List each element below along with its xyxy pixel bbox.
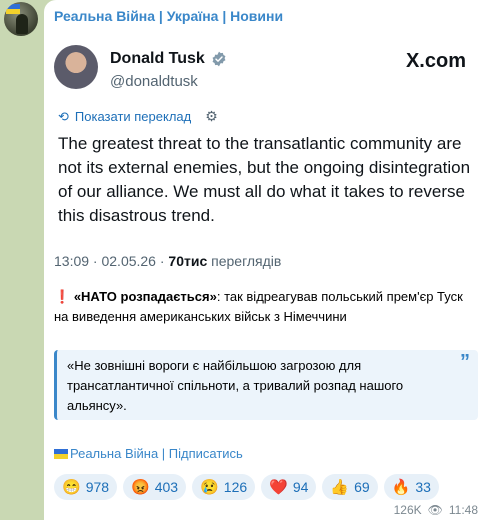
message-time: 11:48 — [448, 503, 478, 517]
heart-icon: ❤️ — [269, 479, 288, 496]
angry-icon: 😡 — [131, 479, 150, 496]
eye-icon: 👁 — [427, 503, 443, 517]
author-handle: @donaldtusk — [110, 73, 198, 90]
post-text: ❗ «НАТО розпадається»: так відреагував п… — [54, 287, 474, 327]
tweet-card[interactable]: Donald Tusk @donaldtusk X.com ⟲ Показати… — [54, 36, 482, 276]
tweet-views-count: 70тис — [168, 253, 208, 269]
translate-link[interactable]: ⟲ Показати переклад ⚙ — [58, 108, 218, 125]
reaction-count: 126 — [223, 479, 248, 495]
exclamation-icon: ❗ — [54, 289, 71, 304]
quote-mark-icon: ” — [460, 351, 470, 373]
reactions-bar: 😁 978 😡 403 😢 126 ❤️ 94 👍 69 🔥 33 — [54, 474, 439, 500]
message-bubble: Реальна Війна | Україна | Новини Donald … — [44, 0, 488, 520]
reaction-fire[interactable]: 🔥 33 — [383, 474, 439, 500]
reaction-count: 33 — [415, 479, 431, 495]
reaction-angry[interactable]: 😡 403 — [123, 474, 187, 500]
thumbs-up-icon: 👍 — [330, 479, 350, 496]
views-count: 126K — [393, 503, 422, 517]
reaction-thumbs-up[interactable]: 👍 69 — [322, 474, 378, 500]
tweet-meta: 13:09 · 02.05.26 · 70тис переглядів — [54, 253, 281, 269]
ukraine-flag-icon — [54, 448, 68, 459]
reaction-count: 403 — [154, 479, 179, 495]
cry-icon: 😢 — [200, 479, 219, 496]
reaction-count: 978 — [85, 479, 110, 495]
reaction-grin[interactable]: 😁 978 — [54, 474, 118, 500]
channel-name[interactable]: Реальна Війна | Україна | Новини — [54, 8, 283, 24]
reaction-count: 69 — [354, 479, 370, 495]
quote-text: «Не зовнішні вороги є найбільшою загрозо… — [67, 358, 404, 413]
subscribe-link[interactable]: Реальна Війна | Підписатись — [54, 446, 243, 461]
x-logo: X.com — [405, 50, 466, 72]
subscribe-label: Реальна Війна | Підписатись — [70, 446, 243, 461]
reaction-heart[interactable]: ❤️ 94 — [261, 474, 317, 500]
blockquote: «Не зовнішні вороги є найбільшою загрозо… — [54, 350, 478, 420]
author-name: Donald Tusk — [110, 50, 205, 67]
channel-avatar[interactable] — [4, 2, 38, 36]
translate-label: Показати переклад — [74, 109, 192, 124]
author-avatar — [54, 45, 98, 89]
verified-badge-icon — [212, 51, 226, 67]
tweet-timestamp: 13:09 · 02.05.26 · — [54, 253, 169, 269]
reaction-count: 94 — [292, 479, 309, 495]
author-name-row: Donald Tusk — [110, 50, 227, 68]
reaction-cry[interactable]: 😢 126 — [192, 474, 256, 500]
message-footer: 126K 👁 11:48 — [394, 503, 478, 517]
grin-icon: 😁 — [62, 479, 81, 496]
ukraine-flag-icon — [6, 4, 20, 14]
gear-icon[interactable]: ⚙ — [205, 108, 218, 125]
tweet-views-label: переглядів — [207, 253, 282, 269]
post-headline: «НАТО розпадається» — [73, 289, 217, 304]
soldier-figure — [16, 14, 28, 34]
tweet-text: The greatest threat to the transatlantic… — [58, 134, 471, 225]
fire-icon: 🔥 — [391, 479, 411, 496]
refresh-icon: ⟲ — [58, 108, 69, 124]
